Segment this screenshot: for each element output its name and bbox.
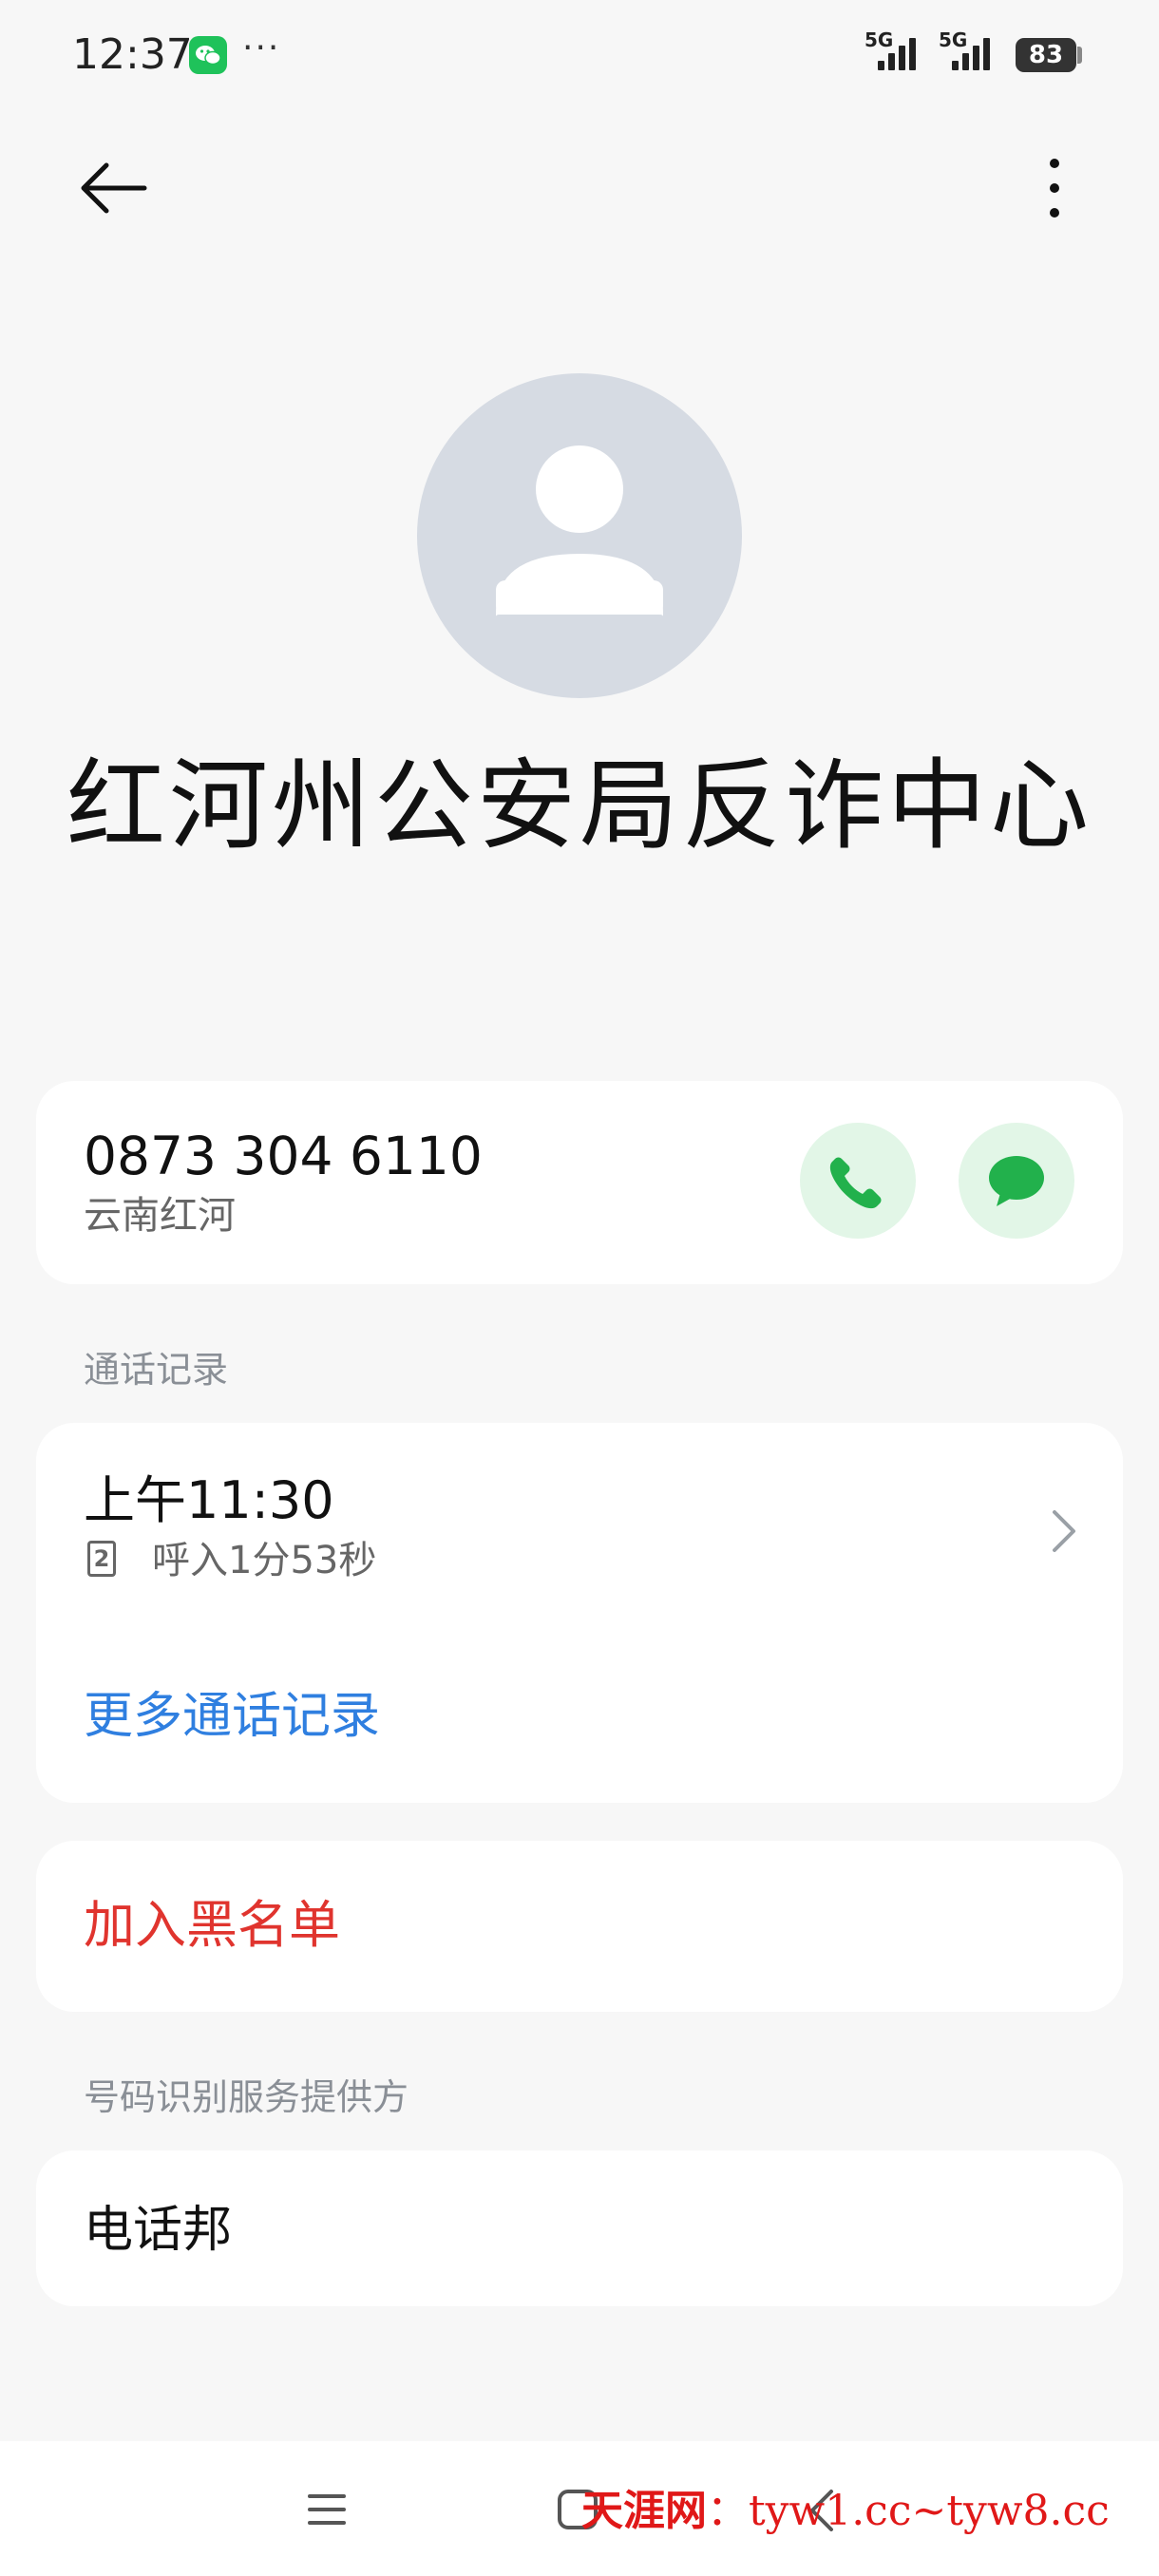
- watermark: 天涯网：tyw1.cc~tyw8.cc: [581, 2485, 1110, 2538]
- chevron-right-icon[interactable]: [1045, 1503, 1083, 1560]
- status-time: 12:37: [72, 30, 193, 79]
- call-detail: 呼入1分53秒: [152, 1539, 377, 1582]
- more-call-log-link[interactable]: 更多通话记录: [84, 1686, 380, 1747]
- more-notifications-indicator: ···: [242, 28, 281, 67]
- arrow-left-icon: [81, 162, 147, 214]
- signal-strength-icon-sim1: 5G: [864, 28, 925, 74]
- provider-section-label: 号码识别服务提供方: [84, 2076, 409, 2118]
- watermark-separator: ：: [707, 2487, 749, 2535]
- watermark-site: 天涯网: [581, 2487, 707, 2535]
- chat-bubble-icon: [989, 1156, 1044, 1206]
- phone-icon: [829, 1157, 882, 1209]
- contact-name: 红河州公安局反诈中心: [66, 748, 1092, 863]
- menu-icon[interactable]: [306, 2491, 348, 2529]
- more-vertical-icon: [1050, 159, 1059, 218]
- watermark-urls: tyw1.cc~tyw8.cc: [749, 2487, 1110, 2535]
- back-button[interactable]: [76, 152, 152, 228]
- provider-name: 电话邦: [84, 2202, 233, 2259]
- battery-indicator: 83: [1016, 38, 1076, 72]
- add-to-blacklist-button[interactable]: 加入黑名单: [84, 1895, 340, 1956]
- person-placeholder-icon: [496, 445, 663, 616]
- sim-card-icon: 2: [87, 1541, 116, 1577]
- call-button[interactable]: [800, 1123, 916, 1239]
- battery-tip: [1077, 47, 1082, 64]
- call-log-section-label: 通话记录: [84, 1349, 229, 1391]
- phone-number[interactable]: 0873 304 6110: [84, 1126, 483, 1186]
- phone-location: 云南红河: [84, 1194, 236, 1238]
- signal-strength-icon-sim2: 5G: [939, 28, 999, 74]
- wechat-icon: [189, 36, 227, 74]
- contact-avatar: [417, 373, 742, 698]
- call-time: 上午11:30: [84, 1470, 334, 1530]
- message-button[interactable]: [959, 1123, 1074, 1239]
- more-options-button[interactable]: [1026, 152, 1083, 228]
